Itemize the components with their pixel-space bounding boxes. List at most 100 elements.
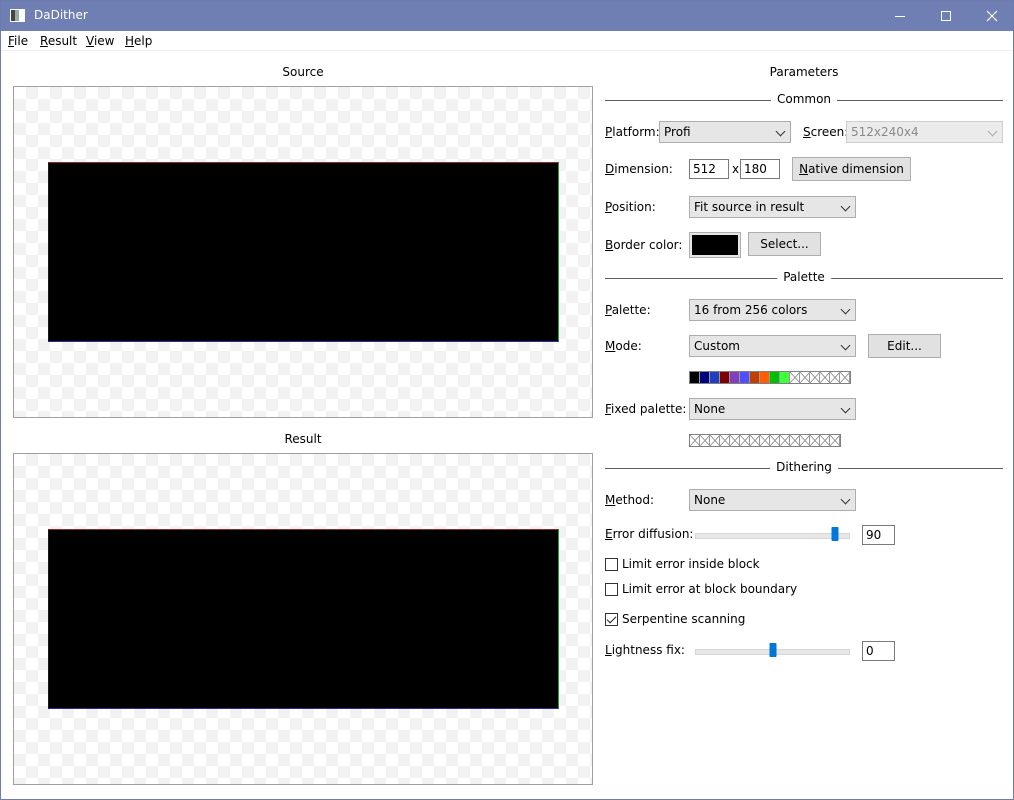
palette-combo[interactable]: 16 from 256 colors xyxy=(689,299,856,321)
mode-combo[interactable]: Custom xyxy=(689,335,856,357)
menu-file[interactable]: File xyxy=(8,34,28,48)
method-label: Method: xyxy=(605,493,655,507)
chevron-down-icon xyxy=(840,201,851,212)
border-color-fill xyxy=(692,235,738,255)
platform-combo[interactable]: Profi xyxy=(659,121,791,143)
fixed-palette-label: Fixed palette: xyxy=(605,402,687,416)
empty-slot-icon xyxy=(800,435,810,446)
lightness-fix-field[interactable]: 0 xyxy=(862,641,895,661)
palette-color-swatch[interactable] xyxy=(760,372,770,383)
limit-error-boundary-label[interactable]: Limit error at block boundary xyxy=(622,582,797,596)
mode-label: Mode: xyxy=(605,339,642,353)
palette-color-swatch[interactable] xyxy=(770,372,780,383)
menu-help[interactable]: Help xyxy=(125,34,152,48)
palette-color-swatch[interactable] xyxy=(780,372,790,383)
dithering-section-title: Dithering xyxy=(770,460,838,474)
close-button[interactable] xyxy=(969,1,1013,31)
screen-combo: 512x240x4 xyxy=(846,121,1003,143)
lightness-fix-label: Lightness fix: xyxy=(605,643,685,657)
result-label: Result xyxy=(284,432,322,446)
maximize-icon xyxy=(941,11,951,21)
slider-thumb[interactable] xyxy=(769,643,776,657)
menu-view[interactable]: View xyxy=(86,34,114,48)
empty-slot-icon xyxy=(830,435,840,446)
fixed-palette-value: None xyxy=(694,402,726,416)
fixed-palette-combo[interactable]: None xyxy=(689,398,856,420)
edit-palette-button[interactable]: Edit... xyxy=(868,334,941,358)
method-value: None xyxy=(694,493,726,507)
palette-color-swatch[interactable] xyxy=(740,372,750,383)
chevron-down-icon xyxy=(775,126,786,137)
app-icon xyxy=(10,9,25,22)
position-label: Position: xyxy=(605,200,656,214)
slider-track xyxy=(695,533,850,539)
chevron-down-icon xyxy=(840,340,851,351)
lightness-fix-slider[interactable] xyxy=(695,643,850,663)
screen-label: Screen: xyxy=(803,125,849,139)
empty-slot-icon xyxy=(780,435,790,446)
window-title: DaDither xyxy=(34,8,88,22)
fixed-palette-colors[interactable] xyxy=(689,434,841,447)
width-field[interactable]: 512 xyxy=(689,159,729,179)
position-value: Fit source in result xyxy=(694,200,805,214)
result-canvas[interactable] xyxy=(13,453,593,785)
source-image xyxy=(48,162,559,342)
palette-color-swatch[interactable] xyxy=(700,372,710,383)
palette-section-title: Palette xyxy=(777,270,831,284)
dithering-section: Dithering xyxy=(605,460,1003,475)
limit-error-inside-checkbox[interactable] xyxy=(605,558,618,571)
minimize-button[interactable] xyxy=(877,1,923,31)
empty-slot-icon xyxy=(740,435,750,446)
empty-slot-icon xyxy=(720,435,730,446)
limit-error-boundary-checkbox[interactable] xyxy=(605,583,618,596)
empty-slot-icon xyxy=(710,435,720,446)
error-diffusion-field[interactable]: 90 xyxy=(862,525,895,545)
empty-slot-icon xyxy=(700,435,710,446)
parameters-title: Parameters xyxy=(769,65,839,79)
empty-slot-icon xyxy=(830,372,840,383)
empty-slot-icon xyxy=(790,372,800,383)
chevron-down-icon xyxy=(840,494,851,505)
empty-slot-icon xyxy=(840,372,850,383)
chevron-down-icon xyxy=(840,304,851,315)
app-window: DaDither File Result View Help Source Re… xyxy=(0,0,1014,800)
height-field[interactable]: 180 xyxy=(740,159,780,179)
dimension-separator: x xyxy=(732,162,740,176)
palette-label: Palette: xyxy=(605,303,651,317)
select-color-button[interactable]: Select... xyxy=(748,232,821,256)
palette-section: Palette xyxy=(605,270,1003,285)
palette-color-swatch[interactable] xyxy=(750,372,760,383)
limit-error-inside-label[interactable]: Limit error inside block xyxy=(622,557,760,571)
maximize-button[interactable] xyxy=(923,1,969,31)
palette-color-swatch[interactable] xyxy=(730,372,740,383)
palette-color-swatch[interactable] xyxy=(710,372,720,383)
position-combo[interactable]: Fit source in result xyxy=(689,196,856,218)
minimize-icon xyxy=(895,15,905,17)
serpentine-scanning-checkbox[interactable] xyxy=(605,613,618,626)
empty-slot-icon xyxy=(800,372,810,383)
close-icon xyxy=(986,10,998,22)
platform-label: Platform: xyxy=(605,125,660,139)
error-diffusion-label: Error diffusion: xyxy=(605,527,694,541)
platform-value: Profi xyxy=(664,125,691,139)
chevron-down-icon xyxy=(840,403,851,414)
palette-colors[interactable] xyxy=(689,371,851,384)
title-bar[interactable]: DaDither xyxy=(1,1,1013,31)
native-dimension-button[interactable]: Native dimension xyxy=(792,157,911,181)
empty-slot-icon xyxy=(750,435,760,446)
source-label: Source xyxy=(282,65,324,79)
result-image xyxy=(48,529,559,709)
empty-slot-icon xyxy=(820,372,830,383)
error-diffusion-slider[interactable] xyxy=(695,527,850,547)
method-combo[interactable]: None xyxy=(689,489,856,511)
source-canvas[interactable] xyxy=(13,86,593,418)
serpentine-scanning-label[interactable]: Serpentine scanning xyxy=(622,612,745,626)
menu-result[interactable]: Result xyxy=(40,34,77,48)
slider-thumb[interactable] xyxy=(831,527,838,541)
palette-color-swatch[interactable] xyxy=(720,372,730,383)
dimension-label: Dimension: xyxy=(605,162,673,176)
mode-value: Custom xyxy=(694,339,740,353)
palette-color-swatch[interactable] xyxy=(690,372,700,383)
border-color-swatch[interactable] xyxy=(689,232,741,258)
empty-slot-icon xyxy=(770,435,780,446)
